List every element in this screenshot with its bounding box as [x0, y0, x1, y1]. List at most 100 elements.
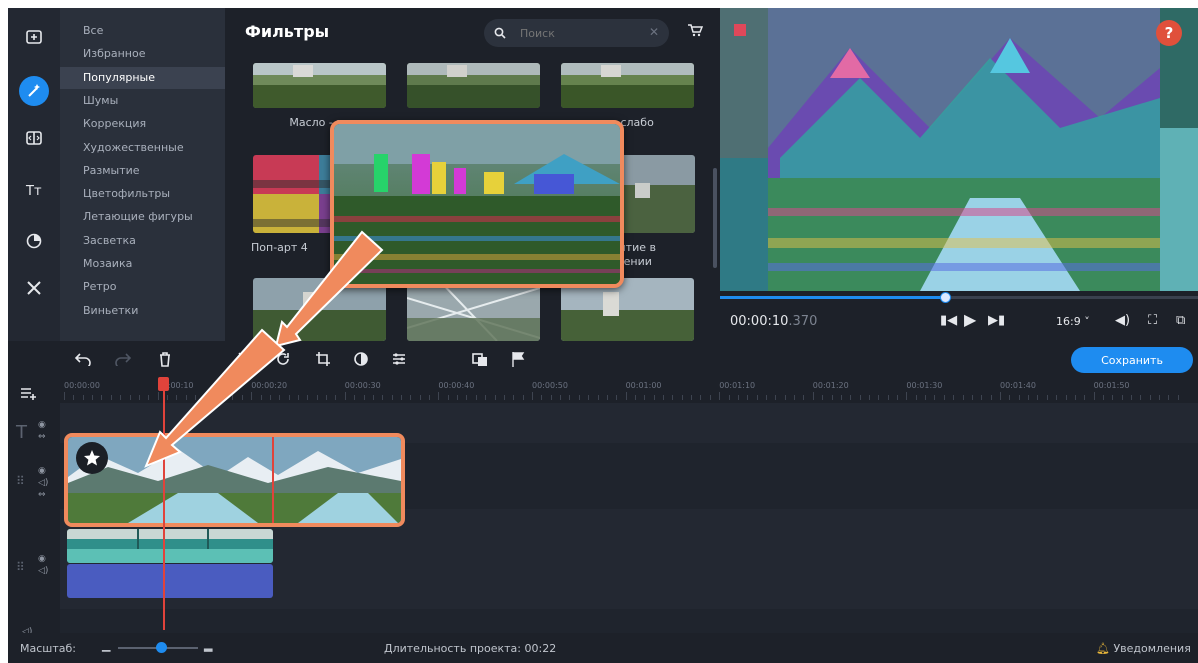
ruler-tick	[1084, 395, 1086, 400]
ruler-tick	[663, 395, 665, 400]
ruler-tick	[400, 395, 402, 400]
audio-track[interactable]	[60, 609, 1198, 633]
ruler-tick	[354, 395, 356, 400]
ruler-tick	[419, 395, 421, 400]
ruler-tick	[794, 395, 796, 400]
ruler-tick	[176, 395, 178, 400]
overlay-track-icon: ⠿	[16, 560, 25, 574]
clip-properties-icon[interactable]	[389, 349, 409, 369]
ruler-tick	[915, 395, 917, 400]
ruler-tick	[1168, 395, 1170, 400]
ruler-tick	[878, 395, 880, 400]
title-track-controls[interactable]: ◉ ⇔	[38, 419, 46, 443]
ruler-tick	[616, 395, 618, 400]
ruler-tick	[316, 395, 318, 400]
ruler-tick	[326, 395, 328, 400]
overlay-clip[interactable]	[67, 529, 273, 563]
ruler-tick	[644, 395, 646, 400]
ruler-tick	[532, 392, 533, 400]
ruler-tick-label: 00:00:50	[532, 381, 568, 390]
ruler-tick	[138, 395, 140, 400]
ruler-tick	[1065, 395, 1067, 400]
edit-toolbar: Сохранить	[8, 341, 1198, 377]
ruler-tick	[1074, 395, 1076, 400]
zoom-in-icon[interactable]: ▂	[204, 639, 212, 652]
add-track-icon[interactable]	[20, 385, 38, 404]
ruler-tick	[691, 395, 693, 400]
save-button[interactable]: Сохранить	[1071, 347, 1193, 373]
lower-panel: Сохранить T ◉ ⇔ ⠿ ◉ ◁) ⇔ ⠿ ◉ ◁) ◁) 00:00:00 0…	[8, 8, 1198, 663]
ruler-tick	[298, 395, 299, 400]
ruler-tick	[634, 395, 636, 400]
ruler-tick	[1102, 395, 1104, 400]
ruler-tick	[82, 395, 84, 400]
ruler-tick-label: 00:01:30	[906, 381, 943, 390]
ruler-tick-label: 00:00:00	[64, 381, 100, 390]
ruler-tick	[840, 395, 842, 400]
ruler-tick	[260, 395, 262, 400]
ruler-tick	[887, 395, 889, 400]
ruler-tick	[101, 395, 103, 400]
ruler-tick	[1046, 395, 1048, 400]
video-track-controls[interactable]: ◉ ◁) ⇔	[38, 465, 48, 501]
ruler-tick	[981, 395, 983, 400]
notifications-button[interactable]: 🔔︎ Уведомления	[1096, 642, 1191, 655]
undo-icon[interactable]	[73, 349, 93, 369]
rotate-icon[interactable]	[273, 349, 293, 369]
cut-icon[interactable]	[233, 349, 253, 369]
ruler-tick	[737, 395, 739, 400]
ruler-tick	[606, 395, 608, 400]
ruler-tick	[213, 395, 215, 400]
ruler-tick	[251, 392, 253, 400]
ruler-tick	[1028, 395, 1030, 400]
zoom-slider-knob[interactable]	[156, 642, 167, 653]
video-clip-selected[interactable]	[64, 433, 405, 527]
ruler-tick	[129, 395, 131, 400]
favorite-filter-badge	[76, 442, 108, 474]
ruler-tick	[1056, 395, 1058, 400]
ruler-tick	[457, 395, 459, 400]
overlay-track-controls[interactable]: ◉ ◁)	[38, 553, 48, 577]
ruler-tick	[990, 395, 992, 400]
ruler-tick	[157, 392, 159, 400]
playhead[interactable]	[163, 378, 165, 630]
ruler-tick-label: 00:00:40	[438, 381, 475, 390]
status-bar: Масштаб: ▁ ▂ Длительность проекта: 00:22…	[8, 633, 1198, 663]
ruler-tick	[831, 395, 833, 400]
ruler-tick	[1037, 395, 1039, 400]
ruler-tick	[897, 395, 899, 400]
ruler-tick	[344, 392, 346, 400]
overlay-icon[interactable]	[470, 349, 490, 369]
ruler-tick	[709, 395, 711, 400]
ruler-tick	[728, 395, 730, 400]
ruler-tick	[1177, 395, 1179, 400]
ruler-tick	[232, 395, 234, 400]
ruler-tick	[747, 395, 749, 400]
timeline-ruler[interactable]: 00:00:00 00:00:10 00:00:20 00:00:30 00:00:40…	[60, 377, 1198, 403]
ruler-tick	[934, 395, 936, 400]
color-adjust-icon[interactable]	[351, 349, 371, 369]
redo-icon[interactable]	[113, 349, 133, 369]
ruler-tick-label: 00:00:20	[251, 381, 288, 390]
ruler-tick	[120, 395, 122, 400]
ruler-tick	[503, 395, 505, 400]
ruler-tick	[756, 395, 758, 400]
ruler-tick	[1018, 395, 1020, 400]
ruler-tick	[625, 392, 627, 400]
ruler-tick	[1093, 392, 1095, 400]
ruler-tick	[1159, 395, 1161, 400]
ruler-tick	[363, 395, 365, 400]
ruler-tick-label: 00:01:00	[625, 381, 662, 390]
ruler-tick	[410, 395, 412, 400]
marker-flag-icon[interactable]	[508, 349, 528, 369]
title-track-icon: T	[16, 422, 27, 443]
crop-icon[interactable]	[313, 349, 333, 369]
zoom-out-icon[interactable]: ▁	[102, 639, 110, 652]
ruler-tick	[541, 395, 543, 400]
ruler-tick	[906, 392, 908, 400]
ruler-tick	[803, 395, 805, 400]
ruler-tick	[784, 395, 786, 400]
ruler-tick	[1121, 395, 1123, 400]
delete-icon[interactable]	[155, 349, 175, 369]
audio-clip[interactable]	[67, 564, 273, 598]
